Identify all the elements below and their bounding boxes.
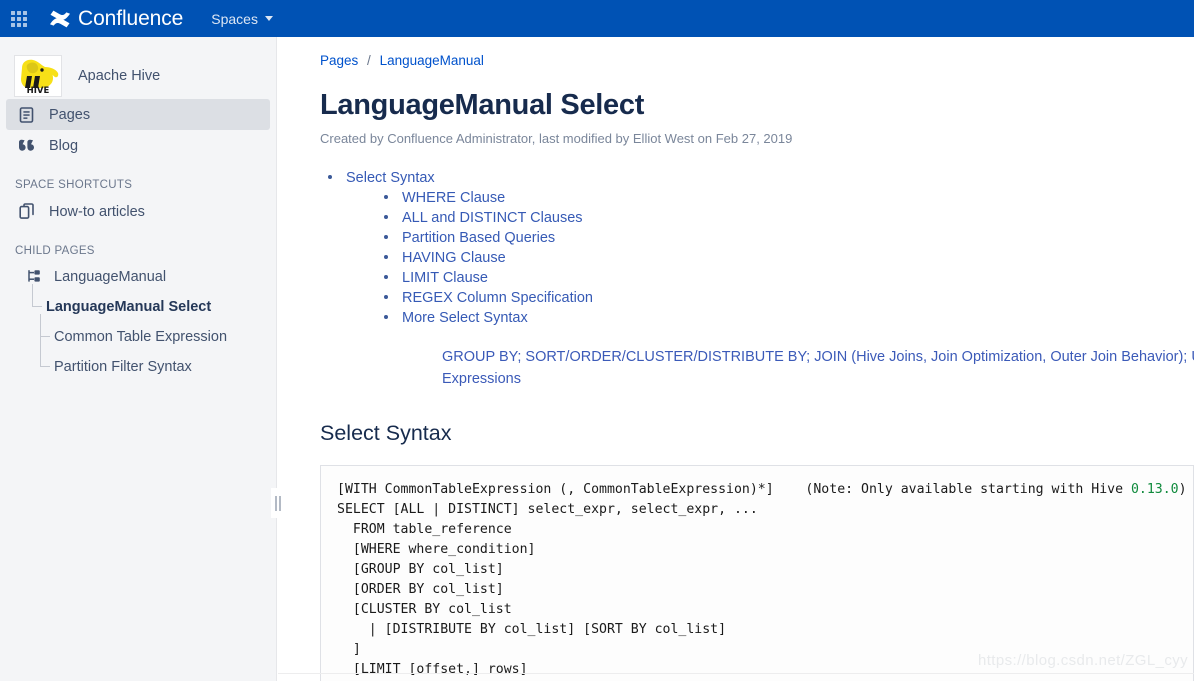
- list-item: More Select Syntax: [346, 308, 1194, 328]
- watermark-rule: [278, 673, 1194, 674]
- table-of-contents: Select Syntax WHERE Clause ALL and DISTI…: [320, 168, 1194, 328]
- child-pages-heading: CHILD PAGES: [15, 245, 95, 257]
- page-document-icon: [17, 105, 36, 124]
- confluence-bowtie-logo-icon: [49, 10, 71, 28]
- bullet-icon: [328, 175, 332, 179]
- code-part-after-version: ) SELECT [ALL | DISTINCT] select_expr, s…: [337, 482, 1187, 677]
- app-switcher-grid-icon[interactable]: [11, 10, 27, 27]
- toc-link-where-clause[interactable]: WHERE Clause: [402, 190, 505, 206]
- space-sidebar: HIVE Apache Hive Pages Blog SPACE SHORTC…: [0, 37, 277, 681]
- collapse-sidebar-handle[interactable]: [271, 488, 284, 518]
- toc-row: More Select Syntax: [384, 308, 1194, 328]
- page-title: LanguageManual Select: [320, 89, 645, 121]
- bullet-icon: [384, 215, 388, 219]
- handle-bar: [278, 495, 281, 511]
- watermark: https://blog.csdn.net/ZGL_cyy: [978, 652, 1189, 669]
- sidebar-item-pages[interactable]: Pages: [6, 99, 270, 130]
- copy-pages-icon: [17, 202, 36, 221]
- code-hive-version: 0.13.0: [1130, 482, 1179, 497]
- list-item: ALL and DISTINCT Clauses: [346, 208, 1194, 228]
- tree-item-label: Partition Filter Syntax: [54, 359, 192, 375]
- toc-row: Partition Based Queries: [384, 228, 1194, 248]
- bullet-icon: [384, 235, 388, 239]
- code-block-select-syntax: [WITH CommonTableExpression (, CommonTab…: [320, 465, 1194, 681]
- breadcrumb-item-languagemanual[interactable]: LanguageManual: [380, 53, 484, 68]
- tree-connector: [40, 344, 50, 367]
- svg-text:HIVE: HIVE: [27, 86, 50, 96]
- apache-hive-bee-logo: HIVE: [14, 55, 62, 97]
- toc-link-more-select-syntax[interactable]: More Select Syntax: [402, 310, 528, 326]
- list-item: REGEX Column Specification: [346, 288, 1194, 308]
- bullet-icon: [384, 275, 388, 279]
- sidebar-item-blog[interactable]: Blog: [6, 130, 270, 161]
- toc-row: WHERE Clause: [384, 188, 1194, 208]
- toc-link-all-and-distinct-clauses[interactable]: ALL and DISTINCT Clauses: [402, 210, 583, 226]
- sidebar-item-how-to-articles[interactable]: How-to articles: [6, 196, 270, 227]
- toc-link-regex-column-specification[interactable]: REGEX Column Specification: [402, 290, 593, 306]
- tree-connector: [32, 284, 42, 307]
- toc-row: ALL and DISTINCT Clauses: [384, 208, 1194, 228]
- top-navigation-bar: Confluence Spaces: [0, 0, 1194, 37]
- handle-bar: [274, 495, 277, 511]
- space-shortcuts-heading: SPACE SHORTCUTS: [15, 179, 133, 191]
- breadcrumb-item-pages[interactable]: Pages: [320, 53, 358, 68]
- tree-item-label: LanguageManual: [54, 269, 167, 285]
- toc-link-select-syntax[interactable]: Select Syntax: [346, 170, 435, 186]
- list-item: WHERE Clause: [346, 188, 1194, 208]
- tree-item-partition-filter-syntax[interactable]: Partition Filter Syntax: [0, 344, 276, 382]
- code-part-before-version: [WITH CommonTableExpression (, CommonTab…: [337, 482, 1131, 497]
- toc-row: REGEX Column Specification: [384, 288, 1194, 308]
- sidebar-item-label: Blog: [49, 137, 79, 154]
- chevron-down-icon: [264, 16, 273, 21]
- toc-sublist: WHERE Clause ALL and DISTINCT Clauses Pa…: [346, 188, 1194, 328]
- page-byline: Created by Confluence Administrator, las…: [320, 131, 793, 146]
- brand-label: Confluence: [78, 7, 184, 30]
- main-content: Pages / LanguageManual LanguageManual Se…: [278, 37, 1194, 681]
- sidebar-item-label: Pages: [49, 106, 91, 123]
- space-name: Apache Hive: [78, 68, 161, 84]
- bullet-icon: [384, 315, 388, 319]
- list-item: Partition Based Queries: [346, 228, 1194, 248]
- spaces-label: Spaces: [211, 10, 258, 27]
- breadcrumb: Pages / LanguageManual: [320, 53, 1194, 68]
- confluence-page: Confluence Spaces HIVE Apache Hive Pages…: [0, 0, 1194, 681]
- toc-root-item: Select Syntax WHERE Clause ALL and DISTI…: [320, 168, 1194, 328]
- section-heading-select-syntax: Select Syntax: [320, 421, 452, 445]
- sidebar-item-label: How-to articles: [49, 203, 145, 220]
- related-links-paragraph: GROUP BY; SORT/ORDER/CLUSTER/DISTRIBUTE …: [442, 346, 1194, 390]
- confluence-brand-link[interactable]: Confluence: [49, 0, 183, 37]
- toc-link-having-clause[interactable]: HAVING Clause: [402, 250, 506, 266]
- toc-row: HAVING Clause: [384, 248, 1194, 268]
- toc-link-partition-based-queries[interactable]: Partition Based Queries: [402, 230, 555, 246]
- bullet-icon: [384, 255, 388, 259]
- spaces-dropdown[interactable]: Spaces: [211, 11, 273, 27]
- bullet-icon: [384, 195, 388, 199]
- tree-item-label: Common Table Expression: [54, 329, 228, 345]
- quotation-marks-icon: [17, 136, 36, 155]
- related-links-text[interactable]: GROUP BY; SORT/ORDER/CLUSTER/DISTRIBUTE …: [442, 349, 1194, 387]
- toc-row: Select Syntax: [328, 168, 1194, 188]
- toc-link-limit-clause[interactable]: LIMIT Clause: [402, 270, 488, 286]
- bullet-icon: [384, 295, 388, 299]
- list-item: HAVING Clause: [346, 248, 1194, 268]
- tree-connector: [40, 314, 50, 337]
- toc-row: LIMIT Clause: [384, 268, 1194, 288]
- space-header[interactable]: HIVE Apache Hive: [0, 37, 276, 99]
- tree-item-label: LanguageManual Select: [46, 299, 212, 315]
- breadcrumb-separator: /: [367, 53, 371, 68]
- list-item: LIMIT Clause: [346, 268, 1194, 288]
